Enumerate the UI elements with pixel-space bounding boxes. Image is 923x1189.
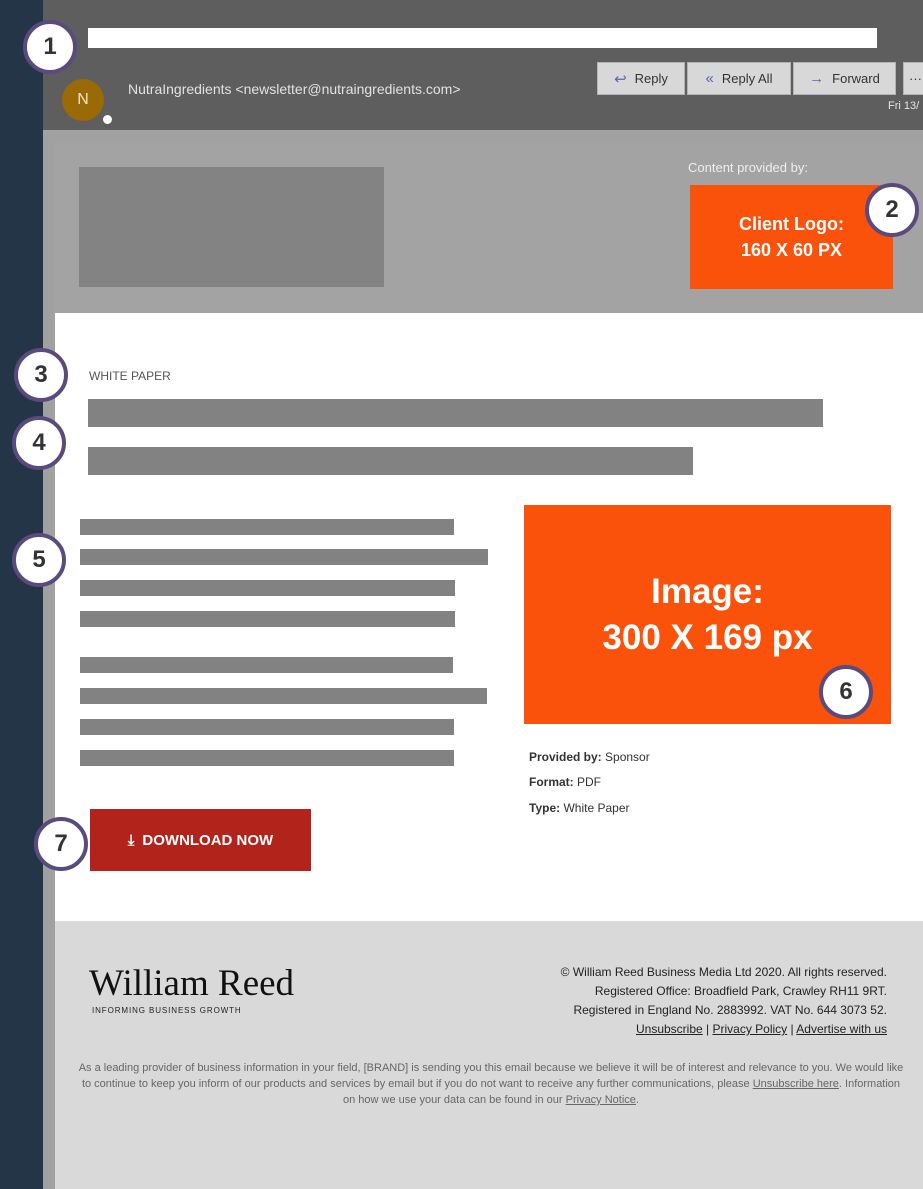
copyright-line: © William Reed Business Media Ltd 2020. … <box>560 965 887 979</box>
more-actions-button[interactable]: ··· <box>903 62 923 95</box>
content-provided-label: Content provided by: <box>688 160 808 175</box>
publication-logo-placeholder <box>79 167 384 287</box>
content-category: WHITE PAPER <box>89 369 171 383</box>
presence-status-icon <box>101 113 114 126</box>
annotation-marker-6: 6 <box>819 665 873 719</box>
footer-links: Unsubscribe | Privacy Policy | Advertise… <box>635 1022 887 1036</box>
forward-label: Forward <box>832 71 880 86</box>
forward-button[interactable]: → Forward <box>793 62 896 95</box>
subject-placeholder <box>88 28 877 48</box>
body-text-line <box>80 688 487 704</box>
email-disclaimer: As a leading provider of business inform… <box>78 1062 904 1106</box>
annotation-marker-4: 4 <box>12 416 66 470</box>
annotation-marker-5: 5 <box>12 533 66 587</box>
image-label: Image: <box>651 571 764 611</box>
reply-all-icon: « <box>705 70 714 87</box>
meta-format: Format: PDF <box>529 775 602 789</box>
privacy-notice-link[interactable]: Privacy Notice <box>566 1094 636 1106</box>
unsubscribe-here-link[interactable]: Unsubscribe here <box>753 1078 839 1090</box>
client-logo-label: Client Logo: <box>739 214 844 234</box>
avatar-initial: N <box>77 91 89 108</box>
body-text-line <box>80 549 488 565</box>
registration-line: Registered in England No. 2883992. VAT N… <box>573 1003 887 1017</box>
advertise-link[interactable]: Advertise with us <box>796 1022 887 1036</box>
more-icon: ··· <box>909 71 922 86</box>
meta-provided-by: Provided by: Sponsor <box>529 750 650 764</box>
william-reed-tagline: INFORMING BUSINESS GROWTH <box>92 1006 242 1015</box>
body-text-line <box>80 580 455 596</box>
reply-icon: ↩ <box>614 70 627 88</box>
reply-button[interactable]: ↩ Reply <box>597 62 685 95</box>
annotation-marker-1: 1 <box>23 20 77 74</box>
reply-all-button[interactable]: « Reply All <box>687 62 791 95</box>
body-text-line <box>80 611 455 627</box>
meta-type: Type: White Paper <box>529 801 630 815</box>
headline-line-2 <box>88 447 693 475</box>
sender-avatar[interactable]: N <box>62 79 104 121</box>
download-now-button[interactable]: ⤓ DOWNLOAD NOW <box>90 809 311 871</box>
annotation-marker-2: 2 <box>865 183 919 237</box>
headline-line-1 <box>88 399 823 427</box>
annotation-marker-3: 3 <box>14 348 68 402</box>
body-text-line <box>80 750 454 766</box>
reply-label: Reply <box>634 71 668 86</box>
body-text-line <box>80 719 454 735</box>
download-icon: ⤓ <box>127 831 135 849</box>
reply-all-label: Reply All <box>721 71 773 86</box>
registered-office-line: Registered Office: Broadfield Park, Craw… <box>594 984 887 998</box>
legal-notice: © William Reed Business Media Ltd 2020. … <box>561 963 887 1039</box>
client-logo-placeholder: Client Logo: 160 X 60 PX <box>690 185 893 289</box>
unsubscribe-link[interactable]: Unsubscribe <box>636 1022 703 1036</box>
sender-address[interactable]: NutraIngredients <newsletter@nutraingred… <box>128 81 461 97</box>
client-logo-size: 160 X 60 PX <box>740 240 843 260</box>
body-text-line <box>80 519 454 535</box>
received-date: Fri 13/ <box>888 100 920 112</box>
william-reed-logo[interactable]: William Reed <box>89 962 294 1005</box>
download-label: DOWNLOAD NOW <box>142 831 274 849</box>
body-text-line <box>80 657 453 673</box>
email-header <box>43 0 923 130</box>
annotation-marker-7: 7 <box>34 817 88 871</box>
forward-icon: → <box>809 70 825 87</box>
image-size: 300 X 169 px <box>602 617 813 657</box>
privacy-policy-link[interactable]: Privacy Policy <box>712 1022 787 1036</box>
